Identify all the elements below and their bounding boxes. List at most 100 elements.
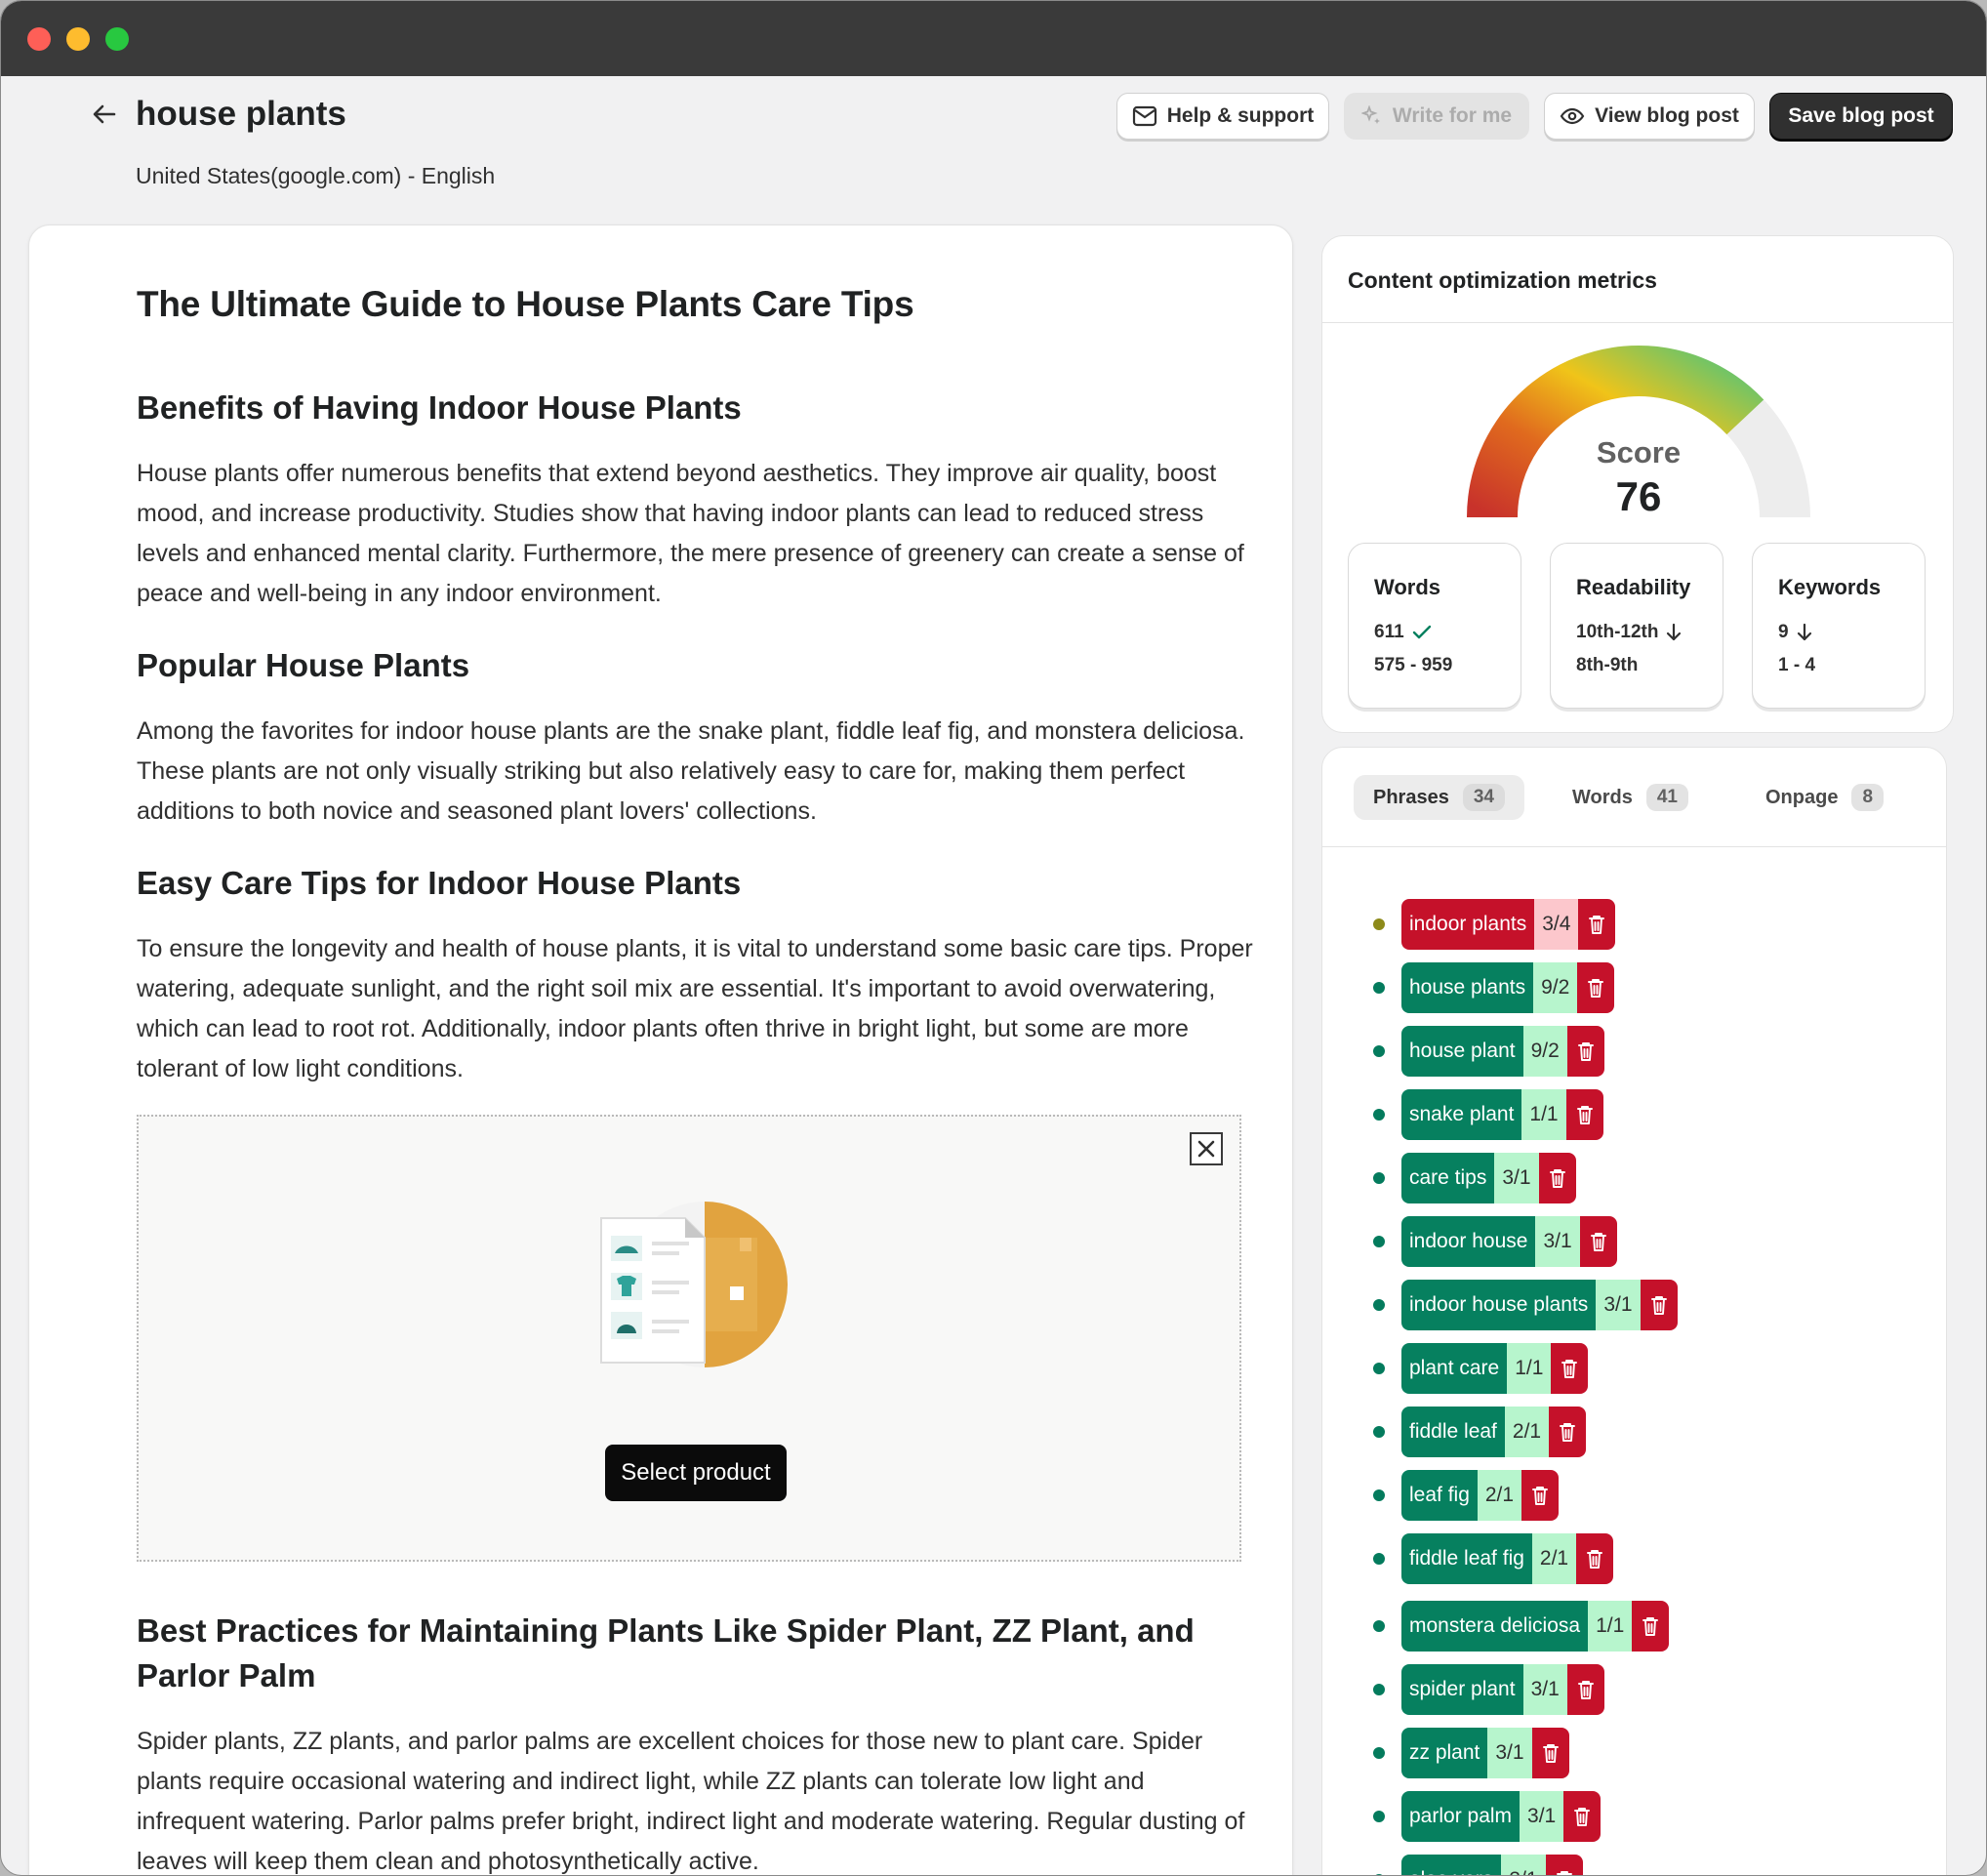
trash-icon[interactable] (1521, 1470, 1560, 1521)
words-metric-card[interactable]: Words 611 575 - 959 (1348, 543, 1521, 709)
keyword-phrase-chip[interactable]: leaf fig 2/1 (1401, 1470, 1560, 1521)
metric-value: 611 (1374, 622, 1404, 642)
keyword-phrase-chip[interactable]: care tips 3/1 (1401, 1153, 1576, 1203)
phrase-text: care tips (1401, 1153, 1495, 1203)
section-heading[interactable]: Best Practices for Maintaining Plants Li… (137, 1609, 1259, 1698)
keyword-phrase-chip[interactable]: indoor house plants 3/1 (1401, 1280, 1678, 1330)
article-title[interactable]: The Ultimate Guide to House Plants Care … (137, 284, 1259, 325)
select-product-button[interactable]: Select product (605, 1445, 787, 1501)
remove-block-close-icon[interactable] (1190, 1132, 1223, 1165)
trash-icon[interactable] (1531, 1728, 1569, 1778)
phrase-text: fiddle leaf (1401, 1407, 1505, 1457)
keyword-phrase-chip[interactable]: aloe vera3/1 (1401, 1855, 1583, 1875)
phrase-count: 3/1 (1520, 1791, 1564, 1842)
trash-icon[interactable] (1577, 962, 1615, 1013)
close-window-button[interactable] (27, 27, 51, 51)
metric-value-row: 611 (1374, 622, 1432, 643)
list-item: care tips 3/1 (1373, 1153, 1576, 1203)
trash-icon[interactable] (1549, 1407, 1587, 1457)
phrase-count: 3/1 (1494, 1153, 1539, 1203)
trash-icon[interactable] (1538, 1153, 1576, 1203)
status-dot (1373, 1747, 1385, 1759)
trash-icon[interactable] (1632, 1601, 1670, 1652)
section-heading[interactable]: Popular House Plants (137, 643, 1259, 688)
view-blog-post-label: View blog post (1595, 104, 1739, 127)
write-for-me-button[interactable]: Write for me (1344, 93, 1529, 140)
content-metrics-panel: Content optimization metrics Score 76 Wo… (1321, 235, 1954, 733)
phrase-count: 9/2 (1533, 962, 1578, 1013)
tab-label: Onpage (1765, 786, 1839, 808)
trash-icon[interactable] (1640, 1280, 1678, 1330)
article-editor[interactable]: The Ultimate Guide to House Plants Care … (28, 224, 1293, 1875)
phrase-count: 2/1 (1531, 1533, 1577, 1584)
locale-subtitle: United States(google.com) - English (136, 163, 496, 188)
status-dot (1373, 1236, 1385, 1247)
trash-icon[interactable] (1545, 1855, 1583, 1875)
keyword-phrase-chip[interactable]: snake plant 1/1 (1401, 1089, 1603, 1140)
metric-value-row: 10th-12th (1576, 622, 1682, 643)
status-dot (1373, 1620, 1385, 1632)
metric-title: Readability (1576, 575, 1691, 599)
status-dot (1373, 1811, 1385, 1822)
keyword-phrase-chip[interactable]: house plant 9/2 (1401, 1026, 1604, 1077)
list-item: plant care 1/1 (1373, 1343, 1589, 1394)
tab-phrases[interactable]: Phrases 34 (1354, 775, 1524, 820)
keyword-phrase-chip[interactable]: zz plant 3/1 (1401, 1728, 1569, 1778)
page-title: house plants (136, 95, 346, 133)
trash-icon[interactable] (1566, 1026, 1604, 1077)
section-body[interactable]: Among the favorites for indoor house pla… (137, 712, 1259, 832)
minimize-window-button[interactable] (66, 27, 90, 51)
trash-icon[interactable] (1576, 1533, 1614, 1584)
section-heading[interactable]: Benefits of Having Indoor House Plants (137, 386, 1259, 430)
maximize-window-button[interactable] (105, 27, 129, 51)
readability-metric-card[interactable]: Readability 10th-12th 8th-9th (1550, 543, 1723, 709)
keyword-phrase-chip[interactable]: monstera deliciosa 1/1 (1401, 1601, 1670, 1652)
metric-title: Words (1374, 575, 1441, 599)
keyword-phrase-chip[interactable]: fiddle leaf fig 2/1 (1401, 1533, 1614, 1584)
section-body[interactable]: House plants offer numerous benefits tha… (137, 454, 1259, 614)
section-body[interactable]: To ensure the longevity and health of ho… (137, 929, 1259, 1089)
trash-icon[interactable] (1563, 1791, 1602, 1842)
view-blog-post-button[interactable]: View blog post (1544, 93, 1755, 140)
list-item: fiddle leaf fig 2/1 (1373, 1533, 1614, 1584)
divider (1322, 322, 1953, 323)
tab-words[interactable]: Words 41 (1553, 775, 1708, 820)
status-dot (1373, 1426, 1385, 1438)
save-blog-post-button[interactable]: Save blog post (1769, 93, 1953, 140)
list-item: indoor house plants 3/1 (1373, 1280, 1678, 1330)
help-support-button[interactable]: Help & support (1116, 93, 1329, 140)
section-heading[interactable]: Easy Care Tips for Indoor House Plants (137, 861, 1259, 906)
status-dot (1373, 1363, 1385, 1374)
phrase-count: 3/1 (1522, 1664, 1567, 1715)
list-item: parlor palm 3/1 (1373, 1791, 1602, 1842)
trash-icon[interactable] (1579, 1216, 1617, 1267)
list-item: snake plant 1/1 (1373, 1089, 1603, 1140)
trash-icon[interactable] (1566, 1664, 1604, 1715)
trash-icon[interactable] (1565, 1089, 1603, 1140)
tab-onpage[interactable]: Onpage 8 (1746, 775, 1903, 820)
phrase-text: spider plant (1401, 1664, 1523, 1715)
keyword-phrase-chip[interactable]: indoor house 3/1 (1401, 1216, 1617, 1267)
phrase-count: 9/2 (1522, 1026, 1567, 1077)
arrow-down-icon (1797, 623, 1811, 641)
trash-icon[interactable] (1551, 1343, 1589, 1394)
phrase-text: leaf fig (1401, 1470, 1478, 1521)
keyword-phrase-chip[interactable]: spider plant 3/1 (1401, 1664, 1604, 1715)
tab-label: Phrases (1373, 786, 1449, 808)
keyword-phrase-chip[interactable]: parlor palm 3/1 (1401, 1791, 1602, 1842)
keyword-phrase-chip[interactable]: house plants 9/2 (1401, 962, 1615, 1013)
keyword-phrase-chip[interactable]: indoor plants 3/4 (1401, 899, 1616, 950)
arrow-down-icon (1667, 623, 1682, 641)
keywords-metric-card[interactable]: Keywords 9 1 - 4 (1752, 543, 1926, 709)
help-support-label: Help & support (1166, 104, 1315, 127)
trash-icon[interactable] (1578, 899, 1616, 950)
status-dot (1373, 1109, 1385, 1121)
back-arrow-icon[interactable] (89, 99, 120, 130)
phrase-text: parlor palm (1401, 1791, 1521, 1842)
keyword-phrase-chip[interactable]: fiddle leaf 2/1 (1401, 1407, 1587, 1457)
metric-value: 9 (1778, 622, 1789, 642)
sparkle-icon (1360, 105, 1380, 124)
keyword-phrase-chip[interactable]: plant care 1/1 (1401, 1343, 1589, 1394)
phrase-count: 3/1 (1596, 1280, 1641, 1330)
section-body[interactable]: Spider plants, ZZ plants, and parlor pal… (137, 1722, 1259, 1875)
